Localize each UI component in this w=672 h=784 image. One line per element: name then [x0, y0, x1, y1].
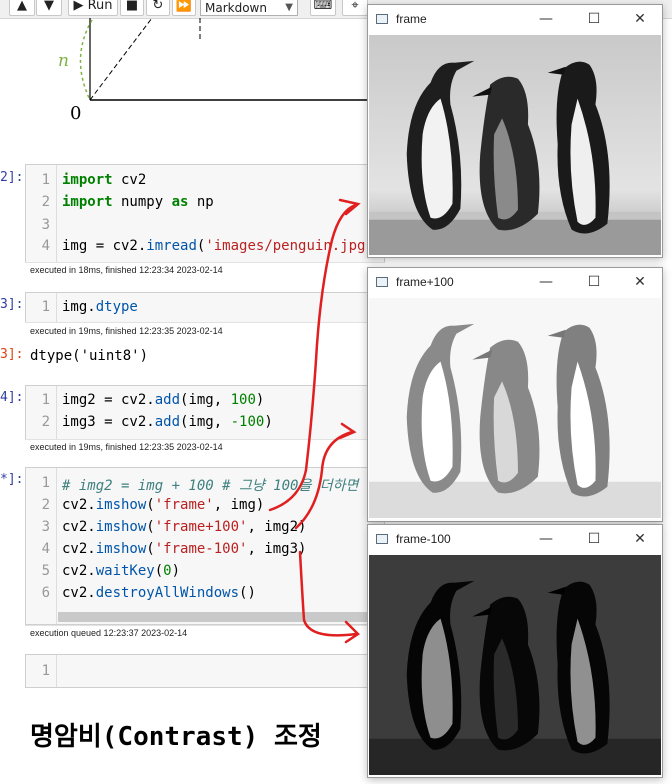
empty-code-cell[interactable]: 1 [25, 654, 385, 688]
execution-status: execution queued 12:23:37 2023-02-14 [30, 628, 188, 638]
execution-status: executed in 19ms, finished 12:23:35 2023… [30, 442, 223, 452]
fast-forward-icon: ⏩ [175, 0, 193, 13]
keyboard-button[interactable]: ⌨ [310, 0, 336, 16]
cell-type-value: Markdown [205, 1, 267, 15]
maximize-icon[interactable]: ☐ [584, 9, 604, 29]
penguin-image-bright [369, 298, 661, 519]
keyboard-icon: ⌨ [313, 0, 333, 13]
line-number: 3 [41, 217, 50, 233]
image-window-frame[interactable]: frame — ☐ ✕ [367, 4, 663, 258]
window-title: frame-100 [396, 532, 451, 546]
vector-diagram: n 0 [58, 18, 368, 124]
line-number: 5 [41, 563, 50, 579]
code-line: img.dtype [62, 299, 138, 315]
restart-icon: ↻ [152, 0, 164, 13]
close-icon[interactable]: ✕ [630, 272, 650, 292]
dashed-diagonal [89, 18, 153, 101]
cell-3-prompt: 4]: [0, 390, 24, 405]
play-icon: ▶ [73, 0, 84, 13]
cell-2-output: dtype('uint8') [30, 348, 149, 364]
code-line: cv2.imshow('frame', img) [62, 497, 265, 513]
window-title: frame+100 [396, 275, 454, 289]
code-comment: # img2 = img + 100 # 그냥 100을 더하면 [62, 478, 359, 494]
line-number: 2 [41, 194, 50, 210]
window-titlebar[interactable]: frame+100 — ☐ ✕ [368, 268, 662, 298]
image-window-frame-plus-100[interactable]: frame+100 — ☐ ✕ [367, 267, 663, 522]
minimize-icon[interactable]: — [536, 9, 556, 29]
n-label: n [58, 51, 69, 71]
target-button[interactable]: ⌖ [342, 0, 368, 16]
window-title: frame [396, 12, 427, 26]
code-line: cv2.waitKey(0) [62, 563, 181, 579]
window-titlebar[interactable]: frame-100 — ☐ ✕ [368, 525, 662, 555]
run-label: Run [87, 0, 113, 13]
cell-type-select[interactable]: Markdown ▼ [200, 0, 298, 16]
line-number: 3 [41, 519, 50, 535]
output-2-prompt: 3]: [0, 347, 24, 362]
line-number: 4 [41, 238, 50, 254]
penguin-image-dark [369, 555, 661, 776]
window-app-icon [376, 277, 388, 287]
close-icon[interactable]: ✕ [630, 529, 650, 549]
maximize-icon[interactable]: ☐ [584, 272, 604, 292]
close-icon[interactable]: ✕ [630, 9, 650, 29]
restart-button[interactable]: ↻ [146, 0, 170, 16]
run-all-button[interactable]: ⏩ [172, 0, 196, 16]
code-line: img2 = cv2.add(img, 100) [62, 392, 265, 408]
origin-label: 0 [70, 103, 81, 124]
code-cell-4[interactable]: 1 2 3 4 5 6 # img2 = img + 100 # 그냥 100을… [25, 467, 385, 625]
minimize-icon[interactable]: — [536, 272, 556, 292]
cell-divider [25, 322, 385, 323]
line-number: 2 [41, 497, 50, 513]
window-app-icon [376, 14, 388, 24]
code-cell-2[interactable]: 1 img.dtype [25, 292, 385, 323]
code-line: img = cv2.imread('images/penguin.jpg [62, 238, 366, 254]
window-app-icon [376, 534, 388, 544]
cell-divider [25, 625, 385, 626]
code-line: cv2.destroyAllWindows() [62, 585, 256, 601]
code-line: img3 = cv2.add(img, -100) [62, 414, 273, 430]
window-titlebar[interactable]: frame — ☐ ✕ [368, 5, 662, 35]
code-cell-1[interactable]: 1 2 3 4 import cv2 import numpy as np im… [25, 164, 385, 263]
minimize-icon[interactable]: — [536, 529, 556, 549]
move-cell-up-button[interactable]: ▲ [9, 0, 35, 16]
cell-2-prompt: 3]: [0, 297, 24, 312]
line-number: 1 [41, 663, 50, 679]
run-button[interactable]: ▶ Run [68, 0, 118, 16]
line-number: 1 [41, 299, 50, 315]
stop-button[interactable]: ■ [120, 0, 144, 16]
stop-icon: ■ [125, 0, 139, 13]
code-line: import cv2 [62, 172, 147, 188]
maximize-icon[interactable]: ☐ [584, 529, 604, 549]
code-cell-3[interactable]: 1 2 img2 = cv2.add(img, 100) img3 = cv2.… [25, 385, 385, 440]
cell-4-prompt: *]: [0, 472, 24, 487]
crosshair-icon: ⌖ [351, 0, 359, 13]
horizontal-scrollbar[interactable] [58, 612, 368, 622]
penguin-image [369, 35, 661, 256]
line-number: 4 [41, 541, 50, 557]
code-line: import numpy as np [62, 194, 214, 210]
section-heading: 명암비(Contrast) 조정 [30, 722, 322, 752]
cell-1-prompt: 2]: [0, 170, 24, 185]
code-line: cv2.imshow('frame+100', img2) [62, 519, 307, 535]
cell-divider [25, 439, 385, 440]
execution-status: executed in 19ms, finished 12:23:35 2023… [30, 326, 223, 336]
line-number: 1 [41, 392, 50, 408]
line-number: 6 [41, 585, 50, 601]
line-number: 2 [41, 414, 50, 430]
cell-divider [25, 262, 385, 263]
line-number: 1 [41, 475, 50, 491]
move-cell-down-button[interactable]: ▼ [36, 0, 62, 16]
code-line: cv2.imshow('frame-100', img3) [62, 541, 307, 557]
execution-status: executed in 18ms, finished 12:23:34 2023… [30, 265, 223, 275]
image-window-frame-minus-100[interactable]: frame-100 — ☐ ✕ [367, 524, 663, 778]
line-number: 1 [41, 172, 50, 188]
